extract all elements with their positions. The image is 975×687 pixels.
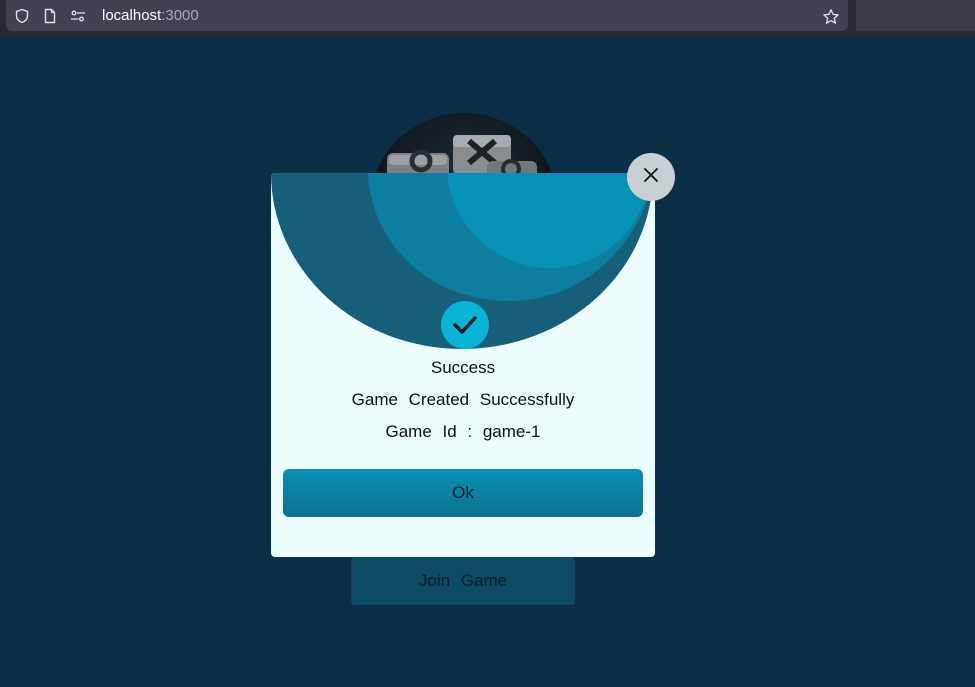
- url-text[interactable]: localhost:3000: [102, 7, 199, 24]
- page-icon: [42, 8, 58, 24]
- checkmark-icon: [441, 301, 489, 349]
- site-permissions-icon[interactable]: [70, 8, 86, 24]
- shield-icon[interactable]: [14, 8, 30, 24]
- toolbar-extension-area: [856, 0, 975, 31]
- url-host: localhost: [102, 7, 162, 24]
- close-icon: [643, 167, 659, 188]
- address-bar[interactable]: localhost:3000: [6, 0, 848, 31]
- browser-toolbar: localhost:3000: [0, 0, 975, 36]
- ok-button[interactable]: Ok: [283, 469, 643, 517]
- join-game-button[interactable]: Join Game: [351, 557, 575, 605]
- game-id-text: Game Id : game-1: [385, 422, 541, 441]
- star-icon[interactable]: [822, 8, 839, 24]
- modal-title: Success: [430, 358, 496, 377]
- url-port: :3000: [161, 7, 199, 24]
- close-button[interactable]: [627, 153, 675, 201]
- modal-message: Game Created Successfully: [351, 390, 575, 409]
